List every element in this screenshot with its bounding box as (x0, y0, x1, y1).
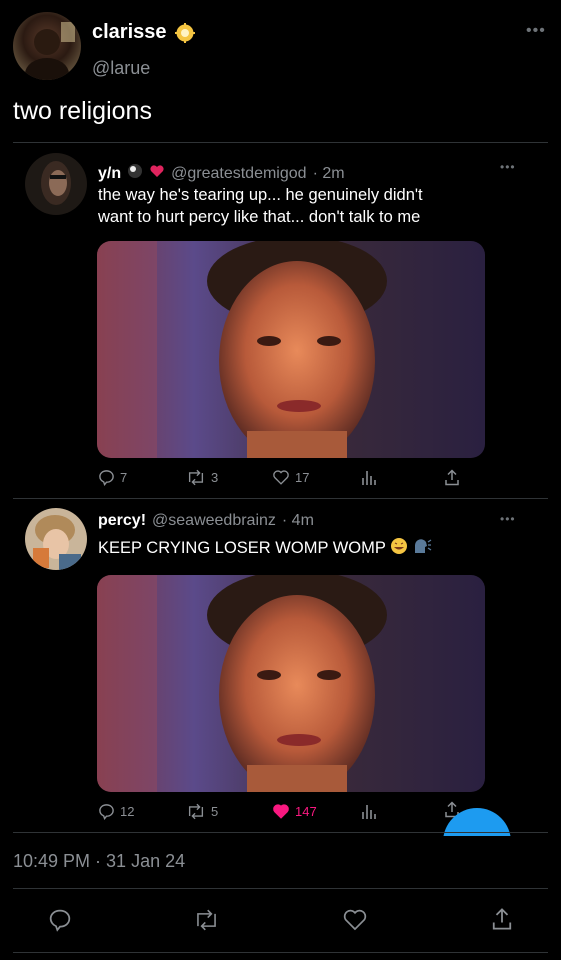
quoted-avatar-1[interactable] (25, 153, 87, 215)
more-dots-icon[interactable]: ••• (526, 22, 546, 40)
quoted-author-handle[interactable]: @seaweedbrainz (152, 512, 276, 530)
like-icon (272, 469, 290, 486)
quoted-time: · 4m (281, 512, 314, 529)
heart-emoji-icon (149, 163, 165, 184)
reply-action[interactable]: 12 (98, 803, 134, 820)
avatar-photo (41, 161, 71, 205)
retweet-action[interactable]: 5 (186, 803, 218, 820)
divider (13, 498, 548, 499)
quoted-text-line: KEEP CRYING LOSER WOMP WOMP (98, 539, 386, 557)
like-icon[interactable] (342, 908, 368, 932)
retweet-count: 3 (211, 470, 219, 485)
analytics-icon[interactable] (361, 469, 377, 491)
divider (13, 888, 548, 889)
retweet-icon (186, 803, 206, 820)
eight-ball-emoji-icon (127, 163, 143, 184)
verified-badge-icon (175, 23, 195, 48)
media-photo (97, 575, 485, 792)
more-dots-icon[interactable]: ••• (500, 160, 516, 174)
like-count: 17 (295, 470, 310, 485)
like-count: 147 (295, 804, 317, 819)
more-dots-icon[interactable]: ••• (500, 512, 516, 526)
retweet-icon[interactable] (193, 909, 220, 931)
avatar-photo (25, 22, 75, 80)
retweet-action[interactable]: 3 (186, 469, 218, 486)
quoted-text-line: the way he's tearing up... he genuinely … (98, 186, 423, 204)
speaking-head-emoji-icon (412, 537, 432, 560)
reply-icon[interactable] (48, 908, 72, 932)
analytics-icon[interactable] (361, 803, 377, 825)
quoted-author-handle[interactable]: @greatestdemigod (171, 165, 306, 183)
divider (13, 952, 548, 953)
like-action[interactable]: 147 (272, 803, 317, 820)
media-image[interactable] (97, 241, 485, 458)
reply-action[interactable]: 7 (98, 469, 127, 486)
author-name[interactable]: clarisse (92, 21, 167, 44)
reply-count: 12 (120, 804, 135, 819)
quoted-author-name[interactable]: y/n (98, 165, 121, 183)
author-handle[interactable]: @larue (92, 58, 150, 79)
like-action[interactable]: 17 (272, 469, 309, 486)
reply-count: 7 (120, 470, 128, 485)
quoted-author-name[interactable]: percy! (98, 512, 146, 530)
avatar-photo (33, 515, 81, 570)
like-icon (272, 803, 290, 820)
divider (13, 832, 548, 833)
tweet-text: two religions (13, 97, 152, 125)
media-photo (97, 241, 485, 458)
share-icon[interactable] (444, 469, 460, 491)
quoted-time: · 2m (312, 164, 345, 182)
media-image[interactable] (97, 575, 485, 792)
author-avatar[interactable] (13, 12, 81, 80)
share-icon[interactable] (491, 907, 513, 931)
quoted-text-line: want to hurt percy like that... don't ta… (98, 208, 421, 226)
reply-icon (98, 469, 115, 486)
divider (13, 142, 548, 143)
laughing-emoji-icon (390, 537, 408, 560)
tweet-timestamp: 10:49 PM · 31 Jan 24 (13, 851, 186, 871)
retweet-count: 5 (211, 804, 219, 819)
reply-icon (98, 803, 115, 820)
quoted-avatar-2[interactable] (25, 508, 87, 570)
retweet-icon (186, 469, 206, 486)
